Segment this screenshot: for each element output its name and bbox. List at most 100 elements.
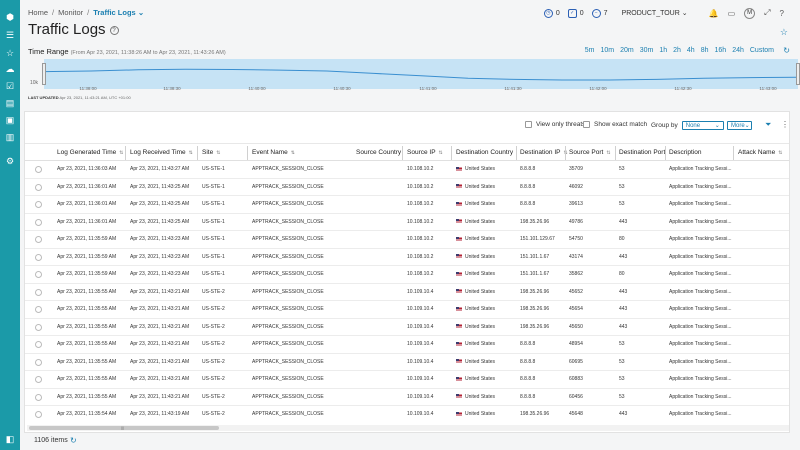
row-select-radio[interactable] <box>35 166 42 173</box>
filter-icon[interactable]: ⏷ <box>765 120 771 130</box>
traffic-timeline-chart[interactable] <box>42 59 800 89</box>
column-header-destination-port[interactable]: Destination Port <box>619 149 665 156</box>
column-header-log-received-time[interactable]: Log Received Time ⇅ <box>130 149 193 156</box>
row-select-radio[interactable] <box>35 218 42 226</box>
row-select-radio[interactable] <box>35 236 42 243</box>
column-header-log-generated-time[interactable]: Log Generated Time ⇅ <box>57 149 123 156</box>
view-only-threats-checkbox[interactable]: View only threats <box>525 121 585 128</box>
zoom-4h[interactable]: 4h <box>687 47 695 54</box>
column-header-source-country[interactable]: Source Country <box>356 149 401 156</box>
column-divider[interactable] <box>516 146 517 160</box>
column-header-source-port[interactable]: Source Port ⇅ <box>569 149 611 156</box>
kebab-icon[interactable]: ⋮ <box>781 120 789 129</box>
range-handle-right[interactable] <box>796 63 800 85</box>
table-row[interactable]: Apr 23, 2021, 11:35:59 AM Apr 23, 2021, 1… <box>25 266 789 284</box>
tasks-count[interactable]: ✓ 0 <box>567 8 584 18</box>
help-icon[interactable]: ? <box>109 25 119 35</box>
row-select-radio[interactable] <box>35 253 42 261</box>
table-row[interactable]: Apr 23, 2021, 11:35:55 AM Apr 23, 2021, 1… <box>25 389 789 406</box>
zoom-2h[interactable]: 2h <box>673 47 681 54</box>
table-row[interactable]: Apr 23, 2021, 11:35:59 AM Apr 23, 2021, 1… <box>25 231 789 249</box>
zoom-1h[interactable]: 1h <box>659 47 667 54</box>
book-icon[interactable]: ▭ <box>728 9 736 18</box>
refresh-icon[interactable]: ↻ <box>70 436 77 445</box>
row-select-radio[interactable] <box>35 288 42 296</box>
gear-icon[interactable]: ⚙ <box>3 154 17 168</box>
column-header-description[interactable]: Description <box>669 149 702 156</box>
favorite-star-icon[interactable]: ☆ <box>780 27 788 38</box>
column-header-destination-country[interactable]: Destination Country <box>456 149 513 156</box>
list-icon[interactable]: ▥ <box>3 130 17 144</box>
table-row[interactable]: Apr 23, 2021, 11:35:55 AM Apr 23, 2021, 1… <box>25 371 789 389</box>
messages-count[interactable]: −7 <box>591 8 608 18</box>
row-select-radio[interactable] <box>35 323 42 331</box>
breadcrumb-monitor[interactable]: Monitor <box>58 8 83 17</box>
avatar[interactable]: M <box>744 7 756 19</box>
column-divider[interactable] <box>665 146 666 160</box>
table-row[interactable]: Apr 23, 2021, 11:35:55 AM Apr 23, 2021, 1… <box>25 336 789 354</box>
column-header-destination-ip[interactable]: Destination IP⇅ <box>520 149 568 156</box>
column-divider[interactable] <box>615 146 616 160</box>
table-row[interactable]: Apr 23, 2021, 11:35:55 AM Apr 23, 2021, 1… <box>25 284 789 301</box>
more-dropdown[interactable]: More ⌄ <box>727 121 752 130</box>
column-header-site[interactable]: Site ⇅ <box>202 149 220 156</box>
column-header-event-name[interactable]: Event Name ⇅ <box>252 149 295 156</box>
breadcrumb-current[interactable]: Traffic Logs <box>93 8 136 17</box>
panel-icon[interactable]: ◧ <box>3 432 17 446</box>
tenant-selector[interactable]: PRODUCT_TOUR ⌄ <box>622 9 688 17</box>
scrollbar-thumb[interactable]: ||| <box>29 425 219 430</box>
row-select-radio[interactable] <box>35 341 42 348</box>
row-select-radio[interactable] <box>35 271 42 278</box>
column-divider[interactable] <box>451 146 452 160</box>
column-divider[interactable] <box>247 146 248 160</box>
column-divider[interactable] <box>402 146 403 160</box>
zoom-5m[interactable]: 5m <box>585 47 595 54</box>
zoom-24h[interactable]: 24h <box>732 47 744 54</box>
table-row[interactable]: Apr 23, 2021, 11:35:54 AM Apr 23, 2021, 1… <box>25 406 789 421</box>
row-select-radio[interactable] <box>35 183 42 191</box>
group-by-select[interactable]: None ⌄ <box>681 121 724 130</box>
table-row[interactable]: Apr 23, 2021, 11:35:59 AM Apr 23, 2021, 1… <box>25 249 789 266</box>
bell-icon[interactable]: 🔔 <box>709 9 719 18</box>
expand-icon[interactable]: ⤢ <box>764 8 770 18</box>
menu-icon[interactable]: ☰ <box>3 28 17 42</box>
row-select-radio[interactable] <box>35 358 42 366</box>
monitor-icon[interactable]: ▤ <box>3 96 17 110</box>
table-row[interactable]: Apr 23, 2021, 11:36:03 AM Apr 23, 2021, 1… <box>25 161 789 179</box>
star-icon[interactable]: ☆ <box>3 46 17 60</box>
table-row[interactable]: Apr 23, 2021, 11:35:55 AM Apr 23, 2021, 1… <box>25 319 789 336</box>
zoom-8h[interactable]: 8h <box>701 47 709 54</box>
table-row[interactable]: Apr 23, 2021, 11:36:01 AM Apr 23, 2021, 1… <box>25 214 789 231</box>
zoom-30m[interactable]: 30m <box>640 47 654 54</box>
column-header-attack-name[interactable]: Attack Name ⇅ <box>738 149 782 156</box>
row-select-radio[interactable] <box>35 306 42 313</box>
chevron-down-icon[interactable]: ⌄ <box>136 8 144 17</box>
more-select[interactable]: More ⌄ <box>727 121 752 130</box>
row-select-radio[interactable] <box>35 411 42 418</box>
show-exact-match-checkbox[interactable]: Show exact match <box>583 121 647 128</box>
horizontal-scrollbar[interactable]: ||| <box>27 425 789 431</box>
table-row[interactable]: Apr 23, 2021, 11:36:01 AM Apr 23, 2021, 1… <box>25 179 789 196</box>
row-select-radio[interactable] <box>35 201 42 208</box>
refresh-icon[interactable]: ↻ <box>783 46 790 55</box>
zoom-10m[interactable]: 10m <box>600 47 614 54</box>
table-row[interactable]: Apr 23, 2021, 11:35:55 AM Apr 23, 2021, 1… <box>25 354 789 371</box>
zoom-16h[interactable]: 16h <box>715 47 727 54</box>
app-logo-icon[interactable]: ⬢ <box>3 10 17 24</box>
alarms-count[interactable]: ◷ 0 <box>543 8 560 18</box>
column-divider[interactable] <box>733 146 734 160</box>
package-icon[interactable]: ▣ <box>3 113 17 127</box>
row-select-radio[interactable] <box>35 393 42 401</box>
check-icon[interactable]: ☑ <box>3 79 17 93</box>
column-divider[interactable] <box>197 146 198 160</box>
zoom-20m[interactable]: 20m <box>620 47 634 54</box>
column-header-source-ip[interactable]: Source IP ⇅ <box>407 149 443 156</box>
column-divider[interactable] <box>565 146 566 160</box>
breadcrumb-home[interactable]: Home <box>28 8 48 17</box>
table-row[interactable]: Apr 23, 2021, 11:36:01 AM Apr 23, 2021, 1… <box>25 196 789 214</box>
row-select-radio[interactable] <box>35 376 42 383</box>
range-handle-left[interactable] <box>42 63 46 85</box>
table-row[interactable]: Apr 23, 2021, 11:35:55 AM Apr 23, 2021, 1… <box>25 301 789 319</box>
zoom-custom[interactable]: Custom <box>750 47 774 54</box>
cloud-icon[interactable]: ☁ <box>3 62 17 76</box>
